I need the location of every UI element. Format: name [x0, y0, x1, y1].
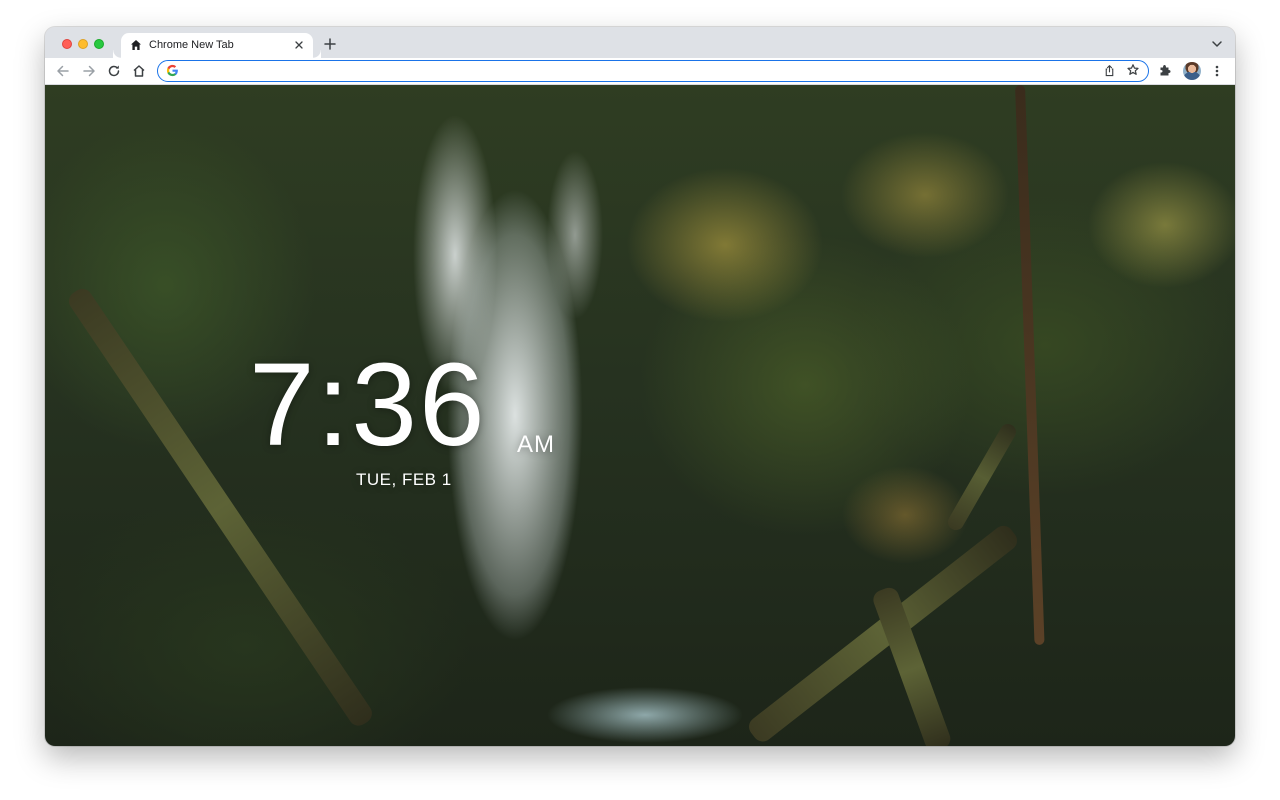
- window-zoom-button[interactable]: [94, 39, 104, 49]
- avatar[interactable]: [1183, 62, 1201, 80]
- share-icon[interactable]: [1103, 64, 1116, 77]
- reload-icon[interactable]: [106, 63, 122, 79]
- close-icon[interactable]: [293, 39, 305, 51]
- omnibox[interactable]: [157, 60, 1149, 82]
- window-close-button[interactable]: [62, 39, 72, 49]
- arrow-left-icon[interactable]: [55, 63, 71, 79]
- tab-chrome-new-tab[interactable]: Chrome New Tab: [121, 33, 321, 58]
- window-minimize-button[interactable]: [78, 39, 88, 49]
- clock-time: 7:36: [249, 339, 487, 471]
- chevron-down-icon[interactable]: [1211, 39, 1223, 49]
- google-g-icon: [166, 64, 178, 77]
- new-tab-button[interactable]: [323, 37, 337, 51]
- puzzle-icon[interactable]: [1158, 63, 1172, 77]
- star-icon[interactable]: [1126, 63, 1140, 77]
- fallen-log: [745, 521, 1022, 746]
- tree-trunk: [1015, 85, 1045, 646]
- clock-ampm: AM: [517, 431, 555, 458]
- tab-strip: Chrome New Tab: [45, 27, 1235, 58]
- home-icon[interactable]: [131, 63, 147, 79]
- toolbar: [45, 58, 1235, 85]
- arrow-right-icon[interactable]: [81, 63, 97, 79]
- home-icon: [131, 40, 141, 50]
- clock-date: TUE, FEB 1: [356, 470, 452, 489]
- tab-title: Chrome New Tab: [149, 39, 234, 51]
- address-bar-input[interactable]: [186, 63, 1086, 78]
- fallen-log: [945, 421, 1019, 533]
- new-tab-background: 7:36 AM TUE, FEB 1: [45, 85, 1235, 746]
- more-vert-icon[interactable]: [1210, 64, 1224, 78]
- browser-window: Chrome New Tab 7:36 AM TUE, FEB 1: [45, 27, 1235, 746]
